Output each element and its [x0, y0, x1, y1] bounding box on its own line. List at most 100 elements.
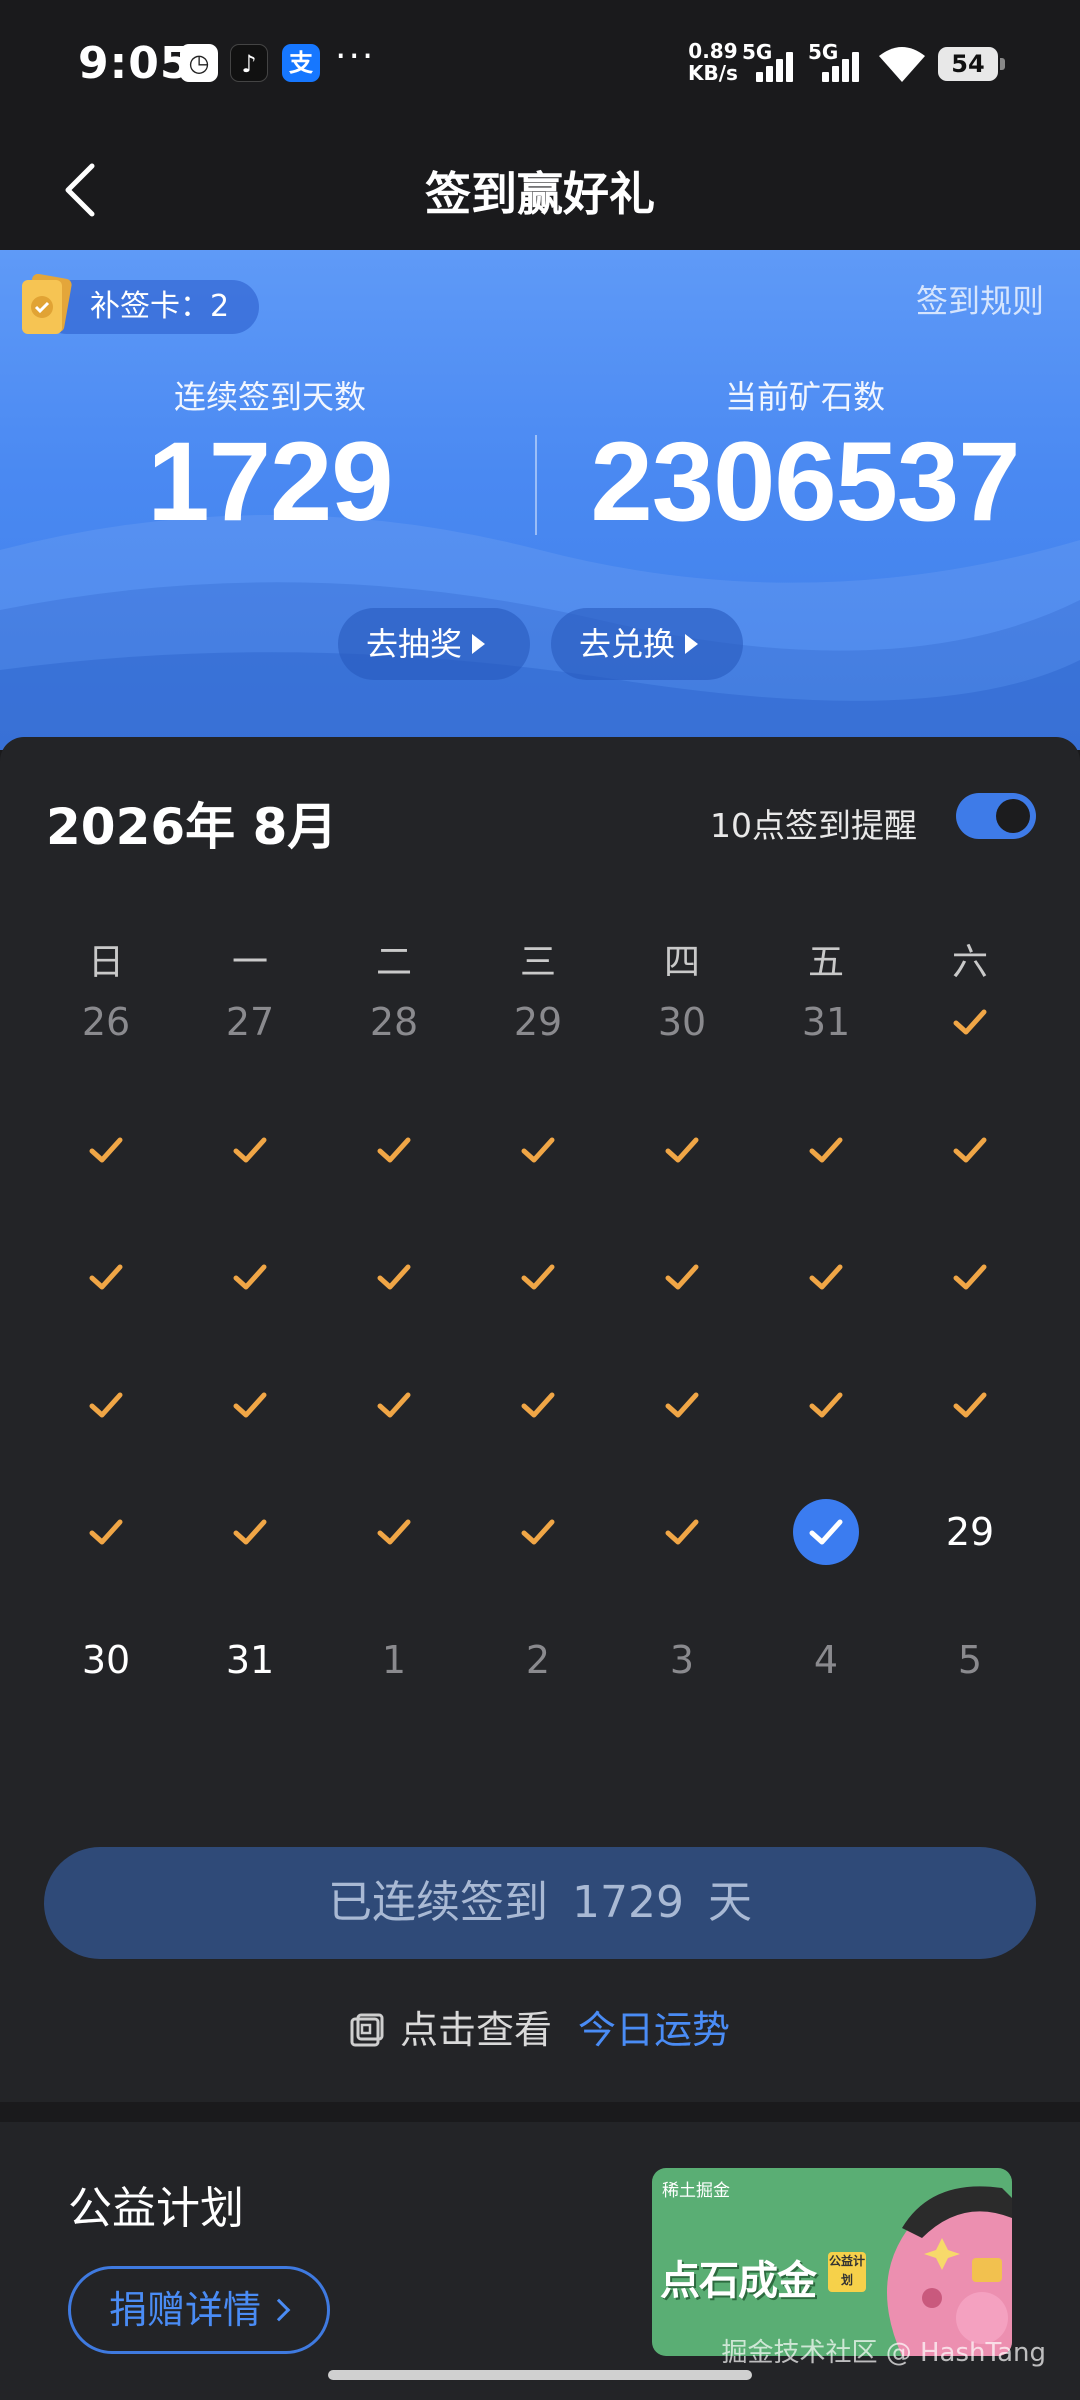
checked-day-cell[interactable]	[920, 1232, 1020, 1322]
checked-day-cell[interactable]	[776, 1232, 876, 1322]
charity-title: 公益计划	[68, 2183, 244, 2234]
checked-day-cell[interactable]	[920, 1360, 1020, 1450]
day-cell[interactable]: 31	[776, 977, 876, 1067]
network-speed: 0.89 KB/s	[688, 40, 738, 84]
makeup-card-badge[interactable]: 补签卡：2	[40, 280, 260, 334]
fortune-icon	[350, 2013, 384, 2046]
day-cell[interactable]: 26	[56, 977, 156, 1067]
streak-stat: 连续签到天数 1729	[90, 372, 450, 542]
checkmark-icon	[521, 1137, 555, 1162]
ore-value: 2306537	[590, 419, 1020, 544]
home-indicator[interactable]	[328, 2370, 752, 2380]
checked-day-cell[interactable]	[632, 1105, 732, 1195]
ore-stat: 当前矿石数 2306537	[580, 372, 1030, 542]
day-cell[interactable]: 5	[920, 1615, 1020, 1705]
checkin-summary-panel: 补签卡：2 签到规则 连续签到天数 1729 当前矿石数 2306537 去抽奖…	[0, 250, 1080, 750]
checked-day-cell[interactable]	[488, 1232, 588, 1322]
reminder-toggle[interactable]	[956, 793, 1036, 839]
day-cell[interactable]: 30	[632, 977, 732, 1067]
checked-day-cell[interactable]	[920, 1105, 1020, 1195]
watermark: 掘金技术社区 @ HashTang	[721, 2338, 1046, 2368]
checked-day-cell[interactable]	[632, 1487, 732, 1577]
day-cell[interactable]: 2	[488, 1615, 588, 1705]
day-cell[interactable]: 30	[56, 1615, 156, 1705]
checked-day-cell[interactable]	[200, 1487, 300, 1577]
daily-fortune-row[interactable]: 点击查看 今日运势	[0, 1999, 1080, 2054]
title-bar: 签到赢好礼	[0, 130, 1080, 250]
fortune-link[interactable]: 今日运势	[578, 2008, 730, 2052]
checkmark-icon	[953, 1392, 987, 1417]
checked-day-cell[interactable]	[56, 1487, 156, 1577]
checked-day-cell[interactable]	[920, 977, 1020, 1067]
day-cell[interactable]: 29	[920, 1487, 1020, 1577]
checkmark-icon	[521, 1392, 555, 1417]
stat-divider	[535, 435, 537, 535]
calendar-card: 2026年 8月 10点签到提醒 日一二三四五六 26 27 28 29 30 31 29 3…	[0, 737, 1080, 2102]
streak-label: 连续签到天数	[173, 378, 366, 416]
checkmark-icon	[233, 1137, 267, 1162]
today-checked-cell[interactable]	[776, 1487, 876, 1577]
checkmark-icon	[377, 1392, 411, 1417]
network-speed-value: 0.89	[688, 39, 738, 63]
checked-day-cell[interactable]	[200, 1232, 300, 1322]
day-cell[interactable]: 31	[200, 1615, 300, 1705]
banner-title: 点石成金	[660, 2258, 817, 2304]
day-cell[interactable]: 4	[776, 1615, 876, 1705]
checked-day-cell[interactable]	[632, 1360, 732, 1450]
day-cell[interactable]: 3	[632, 1615, 732, 1705]
checked-day-cell[interactable]	[200, 1105, 300, 1195]
streak-value: 1729	[147, 419, 393, 544]
checked-day-cell[interactable]	[344, 1487, 444, 1577]
ore-label: 当前矿石数	[724, 378, 885, 416]
today-circle	[793, 1499, 859, 1565]
donate-details-button[interactable]: 捐赠详情	[68, 2266, 330, 2354]
checked-day-cell[interactable]	[776, 1360, 876, 1450]
checkmark-icon	[809, 1392, 843, 1417]
banner-brand: 稀土掘金	[662, 2181, 730, 2201]
checkmark-icon	[665, 1264, 699, 1290]
banner-tag: 公益计划	[828, 2252, 866, 2292]
makeup-card-label: 补签卡：2	[90, 289, 230, 324]
charity-banner[interactable]: 稀土掘金 点石成金 公益计划	[652, 2168, 1012, 2356]
checked-day-cell[interactable]	[200, 1360, 300, 1450]
day-cell[interactable]: 28	[344, 977, 444, 1067]
checked-day-cell[interactable]	[488, 1487, 588, 1577]
checkin-rules-link[interactable]: 签到规则	[916, 276, 1044, 322]
checked-day-cell[interactable]	[488, 1105, 588, 1195]
checked-day-cell[interactable]	[344, 1105, 444, 1195]
checkmark-icon	[89, 1392, 123, 1417]
network-speed-unit: KB/s	[688, 61, 738, 85]
checkmark-icon	[89, 1264, 123, 1290]
checkmark-icon	[89, 1519, 123, 1545]
checked-day-cell[interactable]	[56, 1360, 156, 1450]
checked-day-cell[interactable]	[56, 1105, 156, 1195]
day-cell[interactable]: 29	[488, 977, 588, 1067]
checked-day-cell[interactable]	[56, 1232, 156, 1322]
checked-day-cell[interactable]	[344, 1360, 444, 1450]
clock-app-icon: ◷	[180, 44, 218, 82]
alipay-icon: 支	[282, 44, 320, 82]
lottery-button-label: 去抽奖	[366, 625, 463, 663]
checked-day-cell[interactable]	[488, 1360, 588, 1450]
checked-day-cell[interactable]	[344, 1232, 444, 1322]
reminder-label: 10点签到提醒	[710, 806, 917, 845]
checkmark-icon	[665, 1137, 699, 1162]
signed-in-button[interactable]: 已连续签到 1729 天	[44, 1847, 1036, 1959]
checkmark-icon	[233, 1392, 267, 1417]
checked-day-cell[interactable]	[632, 1232, 732, 1322]
exchange-button[interactable]: 去兑换	[551, 608, 743, 680]
checkmark-icon	[809, 1264, 843, 1290]
day-cell[interactable]: 27	[200, 977, 300, 1067]
banner-illustration	[887, 2186, 1012, 2356]
lottery-button[interactable]: 去抽奖	[338, 608, 530, 680]
donate-button-label: 捐赠详情	[109, 2288, 262, 2332]
checkmark-icon	[377, 1264, 411, 1290]
play-arrow-icon	[685, 634, 699, 654]
play-arrow-icon	[472, 634, 486, 654]
exchange-button-label: 去兑换	[579, 625, 676, 663]
checkmark-icon	[521, 1264, 555, 1290]
checkmark-icon	[953, 1264, 987, 1290]
day-cell[interactable]: 1	[344, 1615, 444, 1705]
checked-day-cell[interactable]	[776, 1105, 876, 1195]
checkmark-icon	[665, 1519, 699, 1545]
